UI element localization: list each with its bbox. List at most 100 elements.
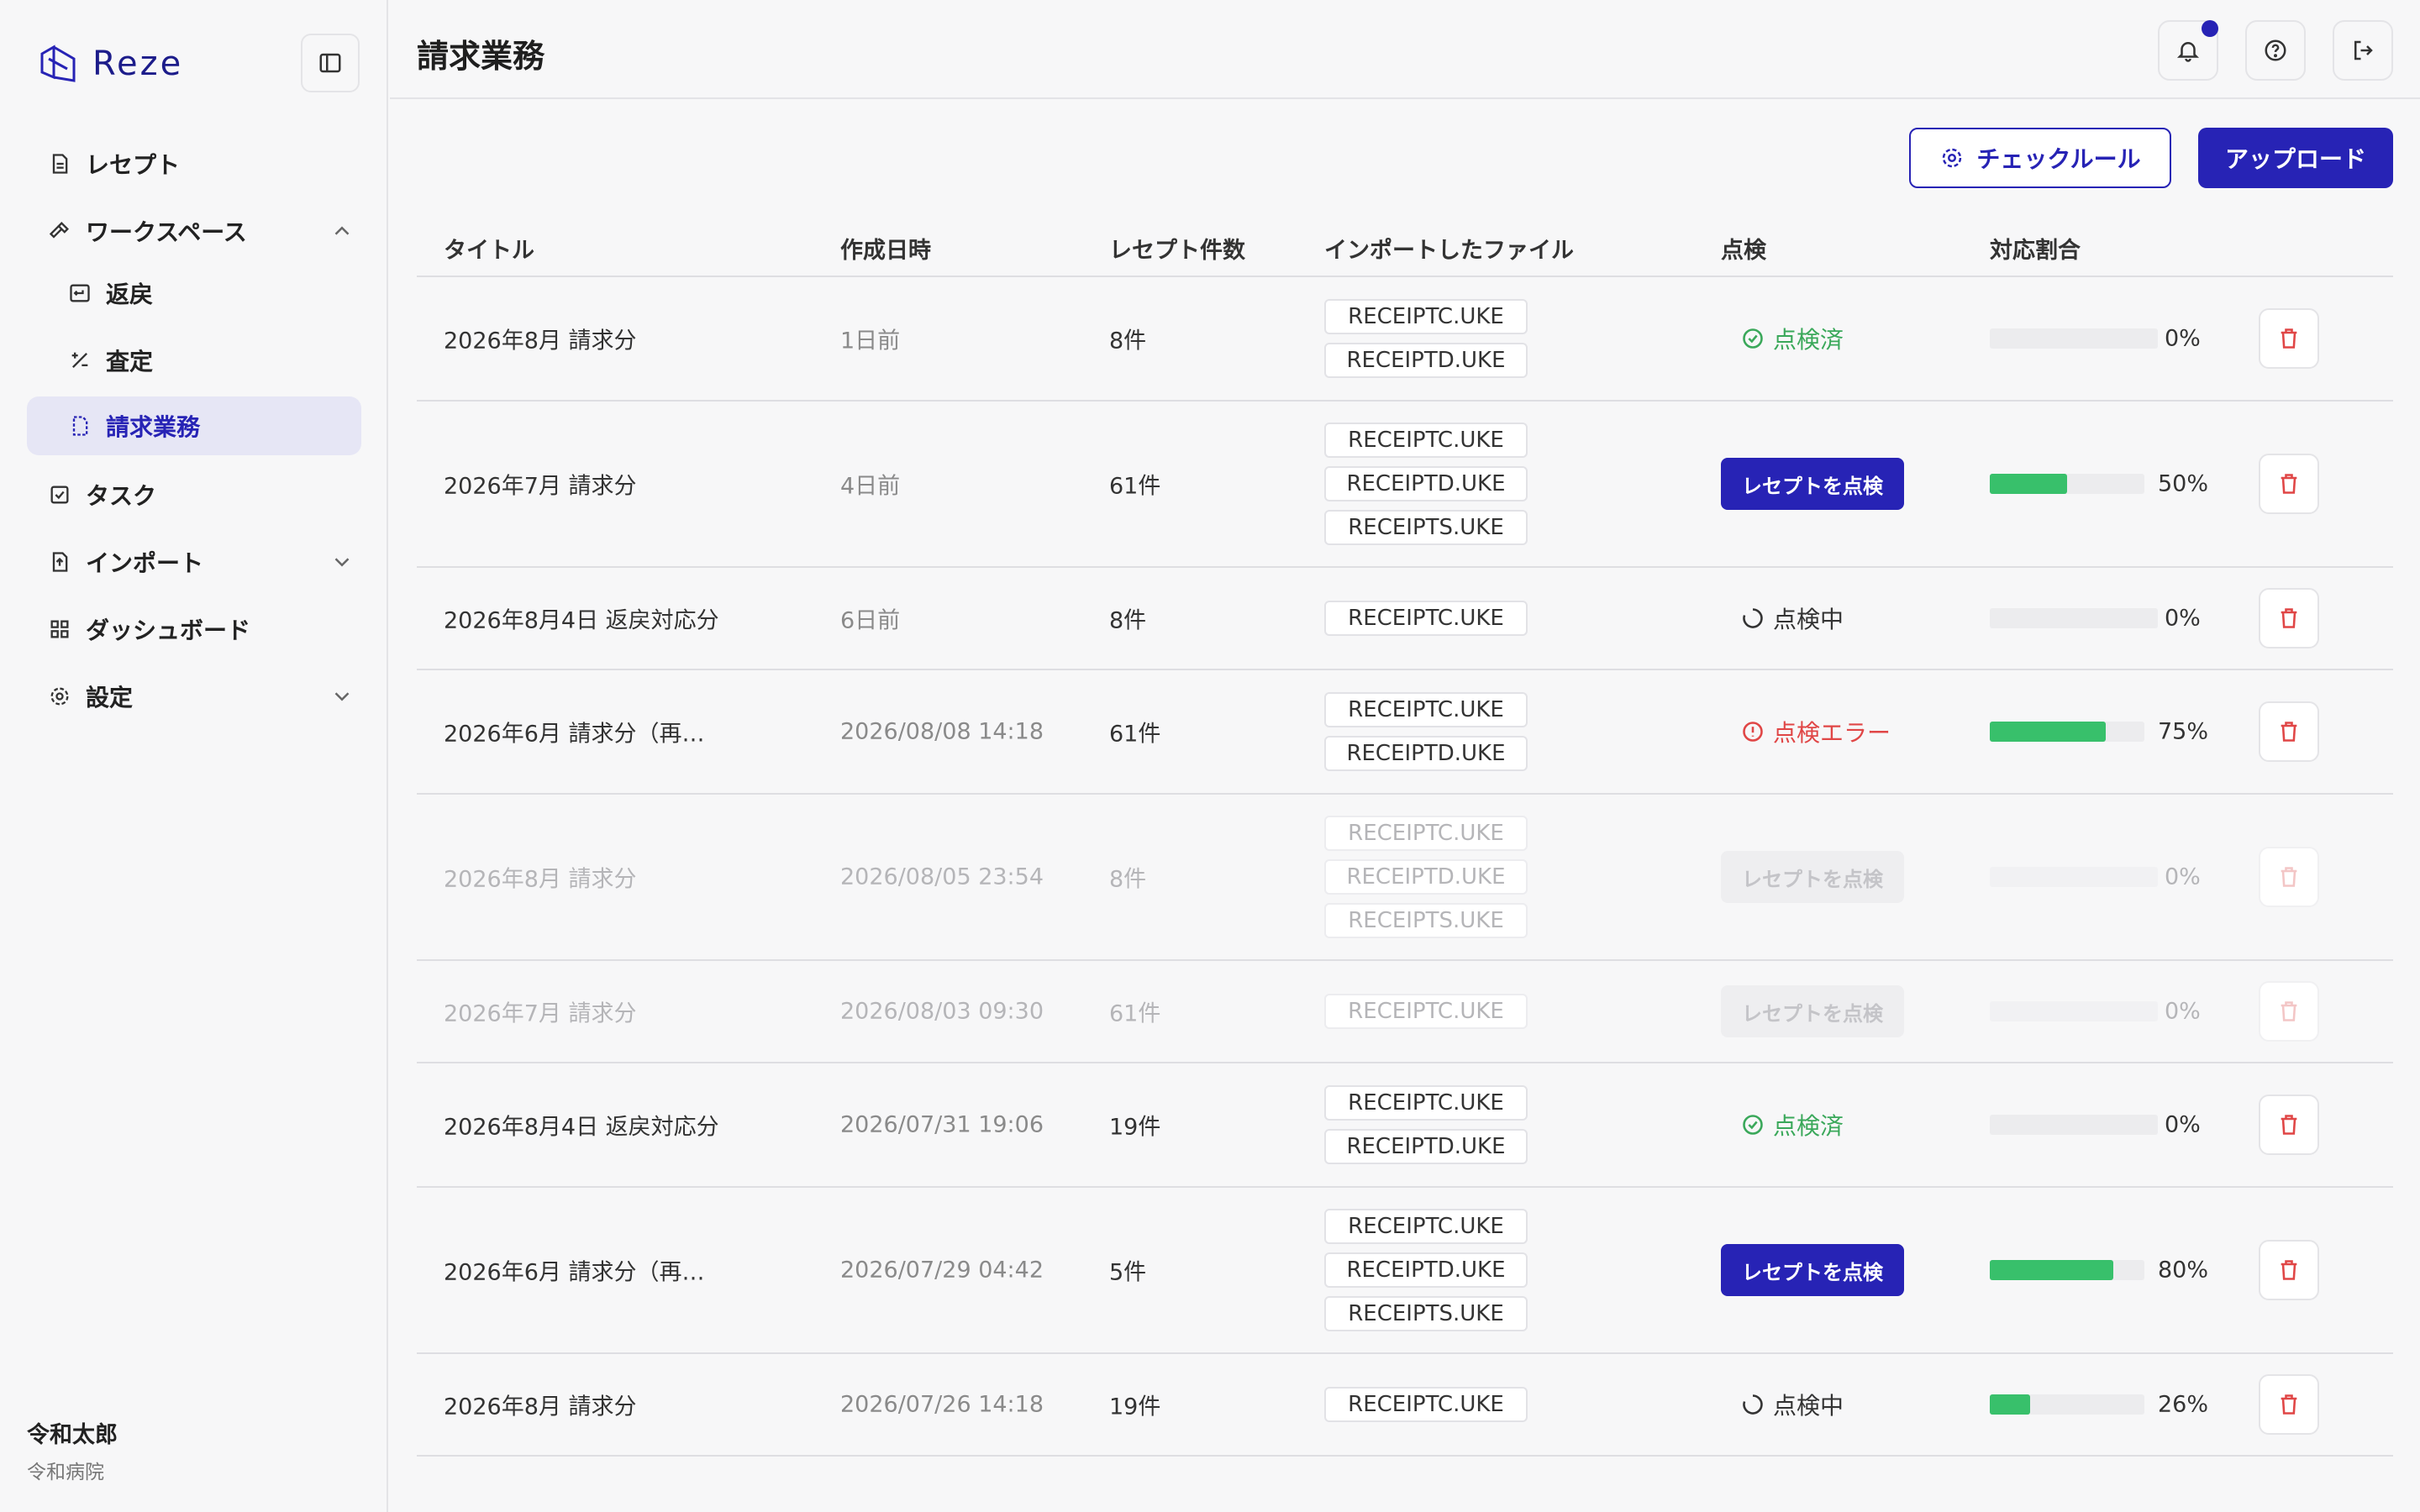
- delete-button[interactable]: [2259, 454, 2319, 514]
- row-date: 2026/07/29 04:42: [840, 1257, 1044, 1284]
- sidebar-item-import[interactable]: インポート: [27, 533, 361, 591]
- row-count: 8件: [1109, 607, 1147, 634]
- delete-button[interactable]: [2259, 1240, 2319, 1300]
- delete-button[interactable]: [2259, 847, 2319, 907]
- inspection-status: 点検中: [1741, 601, 1844, 635]
- column-header-inspection: 点検: [1721, 238, 1766, 264]
- gear-icon: [1943, 148, 1962, 168]
- sidebar-item-settings[interactable]: 設定: [27, 667, 361, 726]
- row-date: 4日前: [840, 473, 901, 500]
- file-list: RECEIPTC.UKE RECEIPTD.UKE RECEIPTS.UKE: [1324, 423, 1528, 545]
- file-chip[interactable]: RECEIPTC.UKE: [1324, 692, 1528, 727]
- sidebar-item-workspace[interactable]: ワークスペース: [27, 202, 361, 260]
- file-chip[interactable]: RECEIPTC.UKE: [1324, 601, 1528, 636]
- help-button[interactable]: [2245, 20, 2306, 81]
- sidebar-item-task[interactable]: タスク: [27, 465, 361, 524]
- sidebar-item-satei[interactable]: 査定: [27, 331, 361, 390]
- file-chip[interactable]: RECEIPTC.UKE: [1324, 423, 1528, 458]
- file-chip[interactable]: RECEIPTD.UKE: [1324, 343, 1528, 378]
- inspect-receipt-button[interactable]: レセプトを点検: [1721, 1244, 1904, 1296]
- file-chip[interactable]: RECEIPTD.UKE: [1324, 1252, 1528, 1288]
- delete-button[interactable]: [2259, 701, 2319, 762]
- file-list: RECEIPTC.UKE RECEIPTD.UKE: [1324, 1085, 1528, 1164]
- file-chip[interactable]: RECEIPTD.UKE: [1324, 466, 1528, 501]
- sidebar-item-billing[interactable]: 請求業務: [27, 396, 361, 455]
- document-icon: [47, 151, 72, 176]
- trash-icon: [2281, 722, 2297, 742]
- progress-percent: 0%: [2165, 325, 2201, 352]
- progress-bar: [1990, 474, 2144, 494]
- delete-button[interactable]: [2259, 1374, 2319, 1435]
- progress-percent: 0%: [2165, 864, 2201, 890]
- gear-icon: [47, 684, 72, 709]
- file-chip[interactable]: RECEIPTC.UKE: [1324, 1387, 1528, 1422]
- row-title: 2026年8月 請求分: [444, 1394, 637, 1420]
- grid-icon: [47, 617, 72, 642]
- check-circle-icon: [1743, 328, 1763, 349]
- file-chip[interactable]: RECEIPTD.UKE: [1324, 736, 1528, 771]
- inspection-status: 点検済: [1741, 322, 1844, 355]
- table-row[interactable]: 2026年7月 請求分 4日前 61件 RECEIPTC.UKE RECEIPTD.UK…: [417, 402, 2393, 568]
- check-rule-button[interactable]: チェックルール: [1909, 128, 2171, 188]
- table-row[interactable]: 2026年8月4日 返戻対応分 2026/07/31 19:06 19件 RECEIP…: [417, 1063, 2393, 1188]
- file-chip[interactable]: RECEIPTS.UKE: [1324, 903, 1528, 938]
- file-chip[interactable]: RECEIPTC.UKE: [1324, 1209, 1528, 1244]
- upload-button[interactable]: アップロード: [2198, 128, 2393, 188]
- file-chip[interactable]: RECEIPTC.UKE: [1324, 1085, 1528, 1121]
- table-row[interactable]: 2026年8月 請求分 2026/07/26 14:18 19件 RECEIPTC.U…: [417, 1354, 2393, 1457]
- user-info[interactable]: 令和太郎 令和病院: [27, 1416, 118, 1484]
- inspect-receipt-button[interactable]: レセプトを点検: [1721, 458, 1904, 510]
- file-chip[interactable]: RECEIPTC.UKE: [1324, 299, 1528, 334]
- sidebar-item-dashboard[interactable]: ダッシュボード: [27, 600, 361, 659]
- alert-circle-icon: [1743, 722, 1763, 742]
- file-chip[interactable]: RECEIPTS.UKE: [1324, 510, 1528, 545]
- percent-icon: [67, 348, 92, 373]
- table-row[interactable]: 2026年6月 請求分（再… 2026/08/08 14:18 61件 RECEIPT…: [417, 670, 2393, 795]
- progress-fill: [1990, 1394, 2030, 1415]
- chevron-up-icon: [334, 226, 350, 235]
- progress-bar: [1990, 328, 2158, 349]
- sidebar-item-receipt[interactable]: レセプト: [27, 134, 361, 193]
- delete-button[interactable]: [2259, 1095, 2319, 1155]
- sidebar-item-henrei[interactable]: 返戻: [27, 264, 361, 323]
- progress-fill: [1990, 474, 2067, 494]
- inspect-receipt-button[interactable]: レセプトを点検: [1721, 851, 1904, 903]
- file-chip[interactable]: RECEIPTD.UKE: [1324, 1129, 1528, 1164]
- row-date: 2026/08/03 09:30: [840, 998, 1044, 1025]
- row-count: 5件: [1109, 1259, 1147, 1286]
- logout-button[interactable]: [2333, 20, 2393, 81]
- table-row[interactable]: 2026年7月 請求分 2026/08/03 09:30 61件 RECEIPTC.U…: [417, 961, 2393, 1063]
- inspection-status-label: 点検中: [1773, 1392, 1844, 1420]
- file-chip[interactable]: RECEIPTD.UKE: [1324, 859, 1528, 895]
- header: 請求業務: [390, 0, 2420, 99]
- progress-bar: [1990, 1001, 2158, 1021]
- column-header-title: タイトル: [444, 238, 534, 264]
- delete-button[interactable]: [2259, 308, 2319, 369]
- brand[interactable]: Reze: [37, 40, 183, 87]
- table-row[interactable]: 2026年8月 請求分 2026/08/05 23:54 8件 RECEIPTC.UK…: [417, 795, 2393, 961]
- sidebar-toggle-button[interactable]: [301, 34, 360, 92]
- delete-button[interactable]: [2259, 981, 2319, 1042]
- trash-icon: [2281, 328, 2297, 349]
- delete-button[interactable]: [2259, 588, 2319, 648]
- table-row[interactable]: 2026年8月 請求分 1日前 8件 RECEIPTC.UKE RECEIPTD.UKE…: [417, 277, 2393, 402]
- sidebar-item-label: インポート: [86, 549, 204, 577]
- row-title: 2026年7月 請求分: [444, 473, 637, 500]
- file-chip[interactable]: RECEIPTC.UKE: [1324, 816, 1528, 851]
- table-row[interactable]: 2026年8月4日 返戻対応分 6日前 8件 RECEIPTC.UKE 点検中 0%: [417, 568, 2393, 670]
- trash-icon: [2281, 608, 2297, 628]
- bell-icon: [2176, 42, 2200, 62]
- notification-button[interactable]: [2158, 20, 2218, 81]
- sidebar-item-label: 返戻: [106, 281, 154, 308]
- file-chip[interactable]: RECEIPTC.UKE: [1324, 994, 1528, 1029]
- column-header-files: インポートしたファイル: [1324, 238, 1574, 264]
- logout-icon: [2354, 40, 2373, 60]
- progress-percent: 26%: [2158, 1391, 2209, 1418]
- file-import-icon: [47, 549, 72, 575]
- check-rule-label: チェックルール: [1976, 145, 2141, 173]
- table-row[interactable]: 2026年6月 請求分（再… 2026/07/29 04:42 5件 RECEIPTC…: [417, 1188, 2393, 1354]
- file-chip[interactable]: RECEIPTS.UKE: [1324, 1296, 1528, 1331]
- inspect-receipt-button[interactable]: レセプトを点検: [1721, 985, 1904, 1037]
- progress-bar: [1990, 867, 2158, 887]
- progress-percent: 50%: [2158, 470, 2209, 497]
